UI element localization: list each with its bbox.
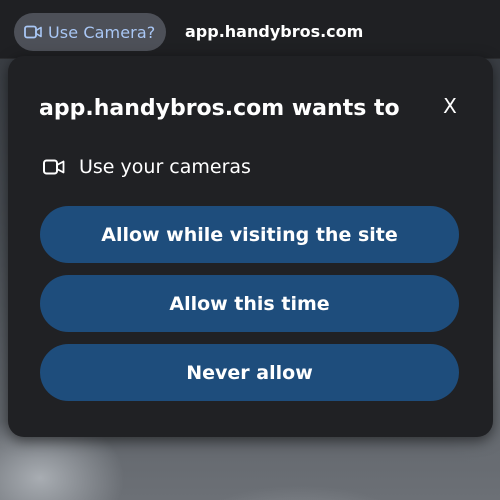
permission-request-row: Use your cameras — [43, 155, 251, 179]
dialog-title: app.handybros.com wants to — [39, 96, 400, 121]
permission-label: Use your cameras — [79, 156, 251, 178]
allow-this-time-button[interactable]: Allow this time — [40, 275, 459, 332]
permission-dialog: app.handybros.com wants to X Use your ca… — [8, 56, 493, 437]
camera-permission-chip-label: Use Camera? — [48, 22, 156, 42]
url-text[interactable]: app.handybros.com — [185, 22, 363, 42]
camera-permission-chip[interactable]: Use Camera? — [14, 13, 166, 51]
video-camera-icon — [43, 158, 65, 176]
address-bar: Use Camera? app.handybros.com — [0, 0, 500, 59]
browser-window: Use Camera? app.handybros.com app.handyb… — [0, 0, 500, 500]
never-allow-button[interactable]: Never allow — [40, 344, 459, 401]
close-button[interactable]: X — [436, 92, 464, 120]
video-camera-icon — [24, 24, 42, 40]
allow-while-visiting-button[interactable]: Allow while visiting the site — [40, 206, 459, 263]
